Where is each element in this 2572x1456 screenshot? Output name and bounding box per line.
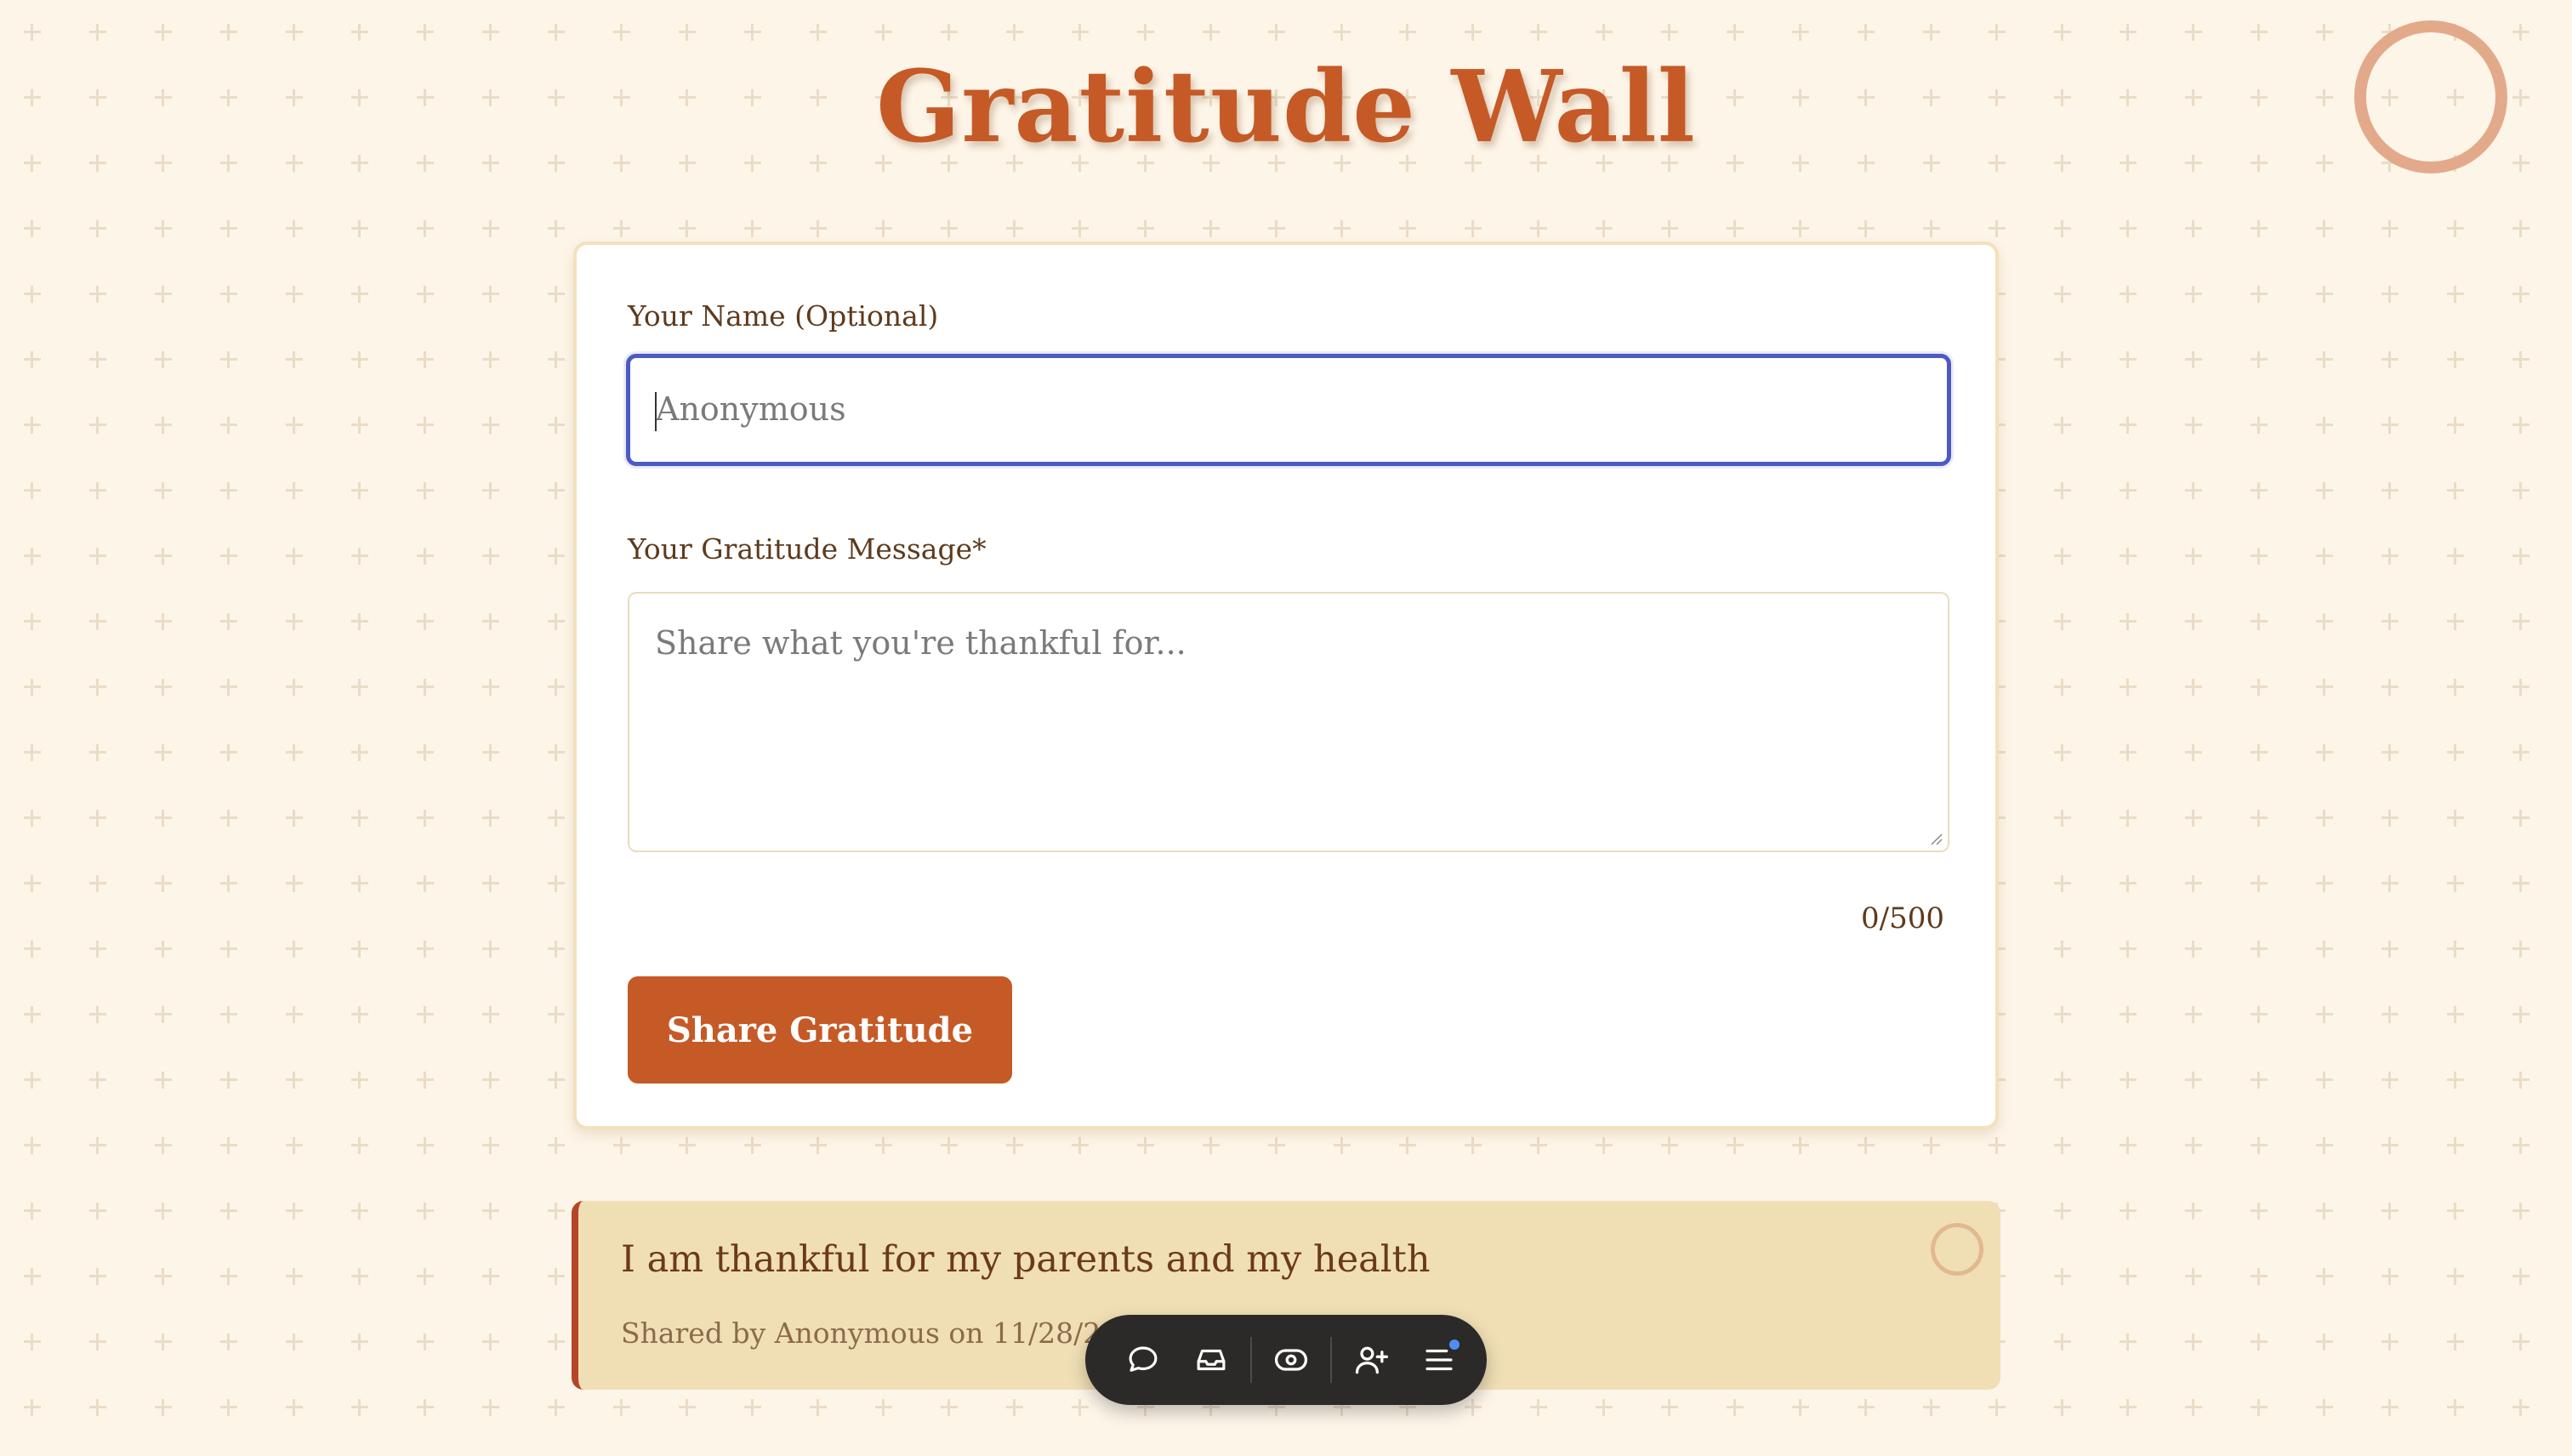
name-input[interactable]: Anonymous [626, 354, 1951, 466]
text-caret [655, 392, 657, 431]
menu-button[interactable] [1405, 1326, 1473, 1394]
name-field-label: Your Name (Optional) [628, 299, 939, 333]
preview-button[interactable] [1257, 1326, 1325, 1394]
entry-decorative-ring [1931, 1223, 1983, 1276]
comment-button[interactable] [1109, 1326, 1177, 1394]
toolbar-separator [1330, 1337, 1332, 1383]
message-textarea[interactable]: Share what you're thankful for... [628, 592, 1949, 852]
gratitude-form-card: Your Name (Optional) Anonymous Your Grat… [573, 242, 1999, 1129]
add-user-icon [1355, 1346, 1388, 1374]
toolbar-separator [1250, 1337, 1252, 1383]
page-title: Gratitude Wall [876, 49, 1696, 165]
floating-toolbar [1085, 1315, 1487, 1405]
eye-icon [1274, 1349, 1308, 1371]
decorative-ring [2354, 20, 2507, 173]
character-counter: 0/500 [1861, 901, 1944, 936]
share-gratitude-button[interactable]: Share Gratitude [628, 976, 1012, 1083]
message-field-label: Your Gratitude Message* [628, 532, 987, 566]
resize-handle-icon[interactable] [1929, 832, 1943, 845]
comment-icon [1129, 1346, 1158, 1372]
gratitude-entry-message: I am thankful for my parents and my heal… [621, 1238, 1431, 1281]
name-input-placeholder: Anonymous [656, 390, 846, 428]
gratitude-entry-meta: Shared by Anonymous on 11/28/202 [621, 1317, 1137, 1350]
inbox-button[interactable] [1177, 1326, 1245, 1394]
inbox-icon [1197, 1349, 1226, 1371]
notification-dot [1449, 1339, 1460, 1350]
add-user-button[interactable] [1337, 1326, 1405, 1394]
message-textarea-placeholder: Share what you're thankful for... [655, 624, 1186, 662]
